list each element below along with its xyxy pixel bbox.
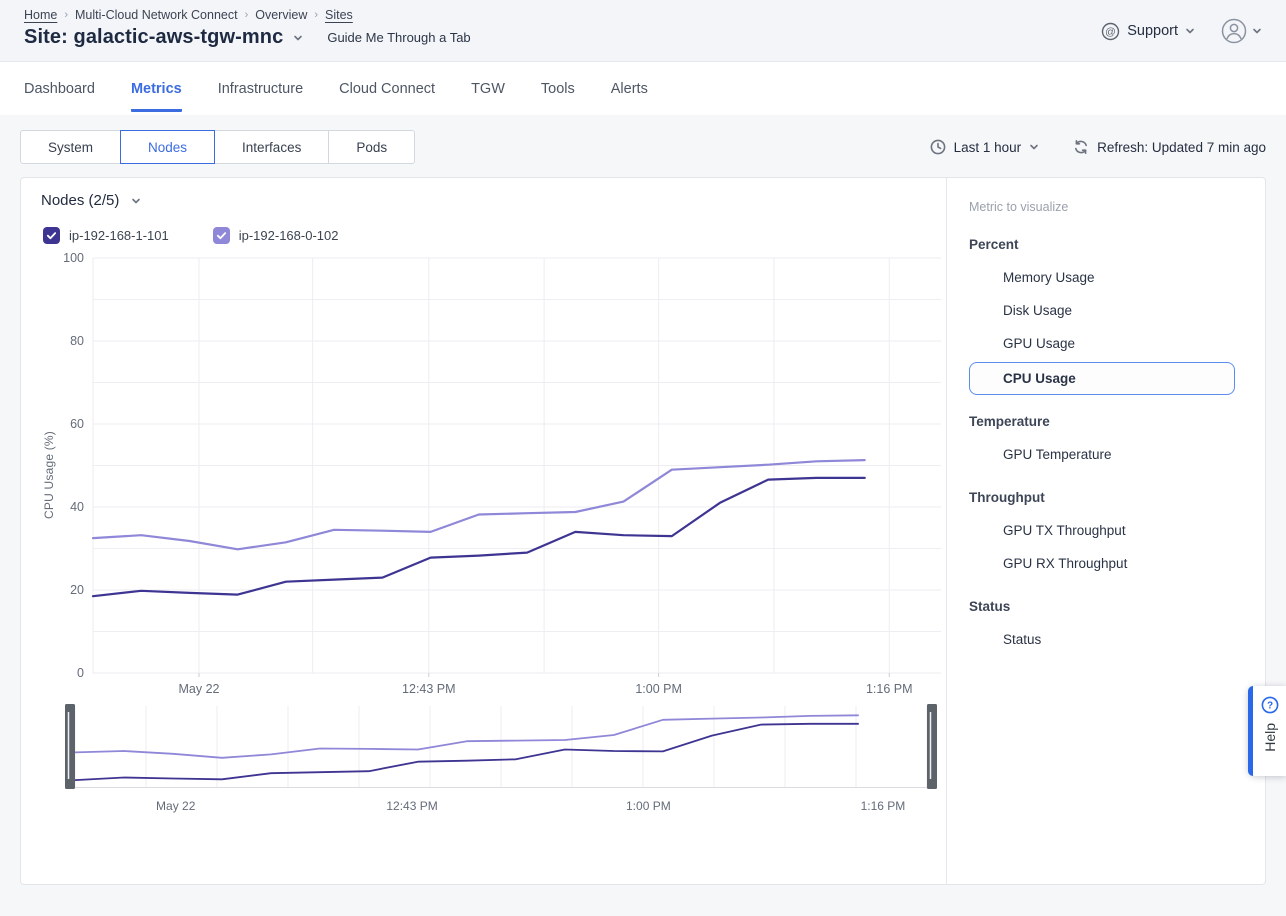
brush-minimap-chart[interactable] — [65, 703, 937, 791]
panel-collapse-chevron-icon[interactable] — [131, 196, 141, 206]
legend-label-node-2: ip-192-168-0-102 — [239, 228, 339, 243]
clock-icon — [930, 139, 946, 155]
subtab-nodes[interactable]: Nodes — [120, 130, 215, 164]
metric-item-status[interactable]: Status — [969, 623, 1247, 656]
svg-text:80: 80 — [70, 334, 84, 348]
time-range-chevron-icon — [1029, 142, 1039, 152]
metrics-subtabs: System Nodes Interfaces Pods — [20, 130, 415, 164]
y-axis-label: CPU Usage (%) — [42, 431, 56, 519]
refresh-status: Refresh: Updated 7 min ago — [1097, 140, 1266, 155]
brush-handle-right[interactable] — [927, 704, 937, 789]
guide-me-link[interactable]: Guide Me Through a Tab — [327, 30, 470, 45]
checkbox-node-2[interactable] — [213, 227, 230, 244]
metric-item-cpu-usage[interactable]: CPU Usage — [969, 362, 1235, 395]
nodes-metrics-card: Nodes (2/5) ip-192-168-1-101 ip-192-168-… — [20, 177, 1266, 885]
subtab-pods[interactable]: Pods — [328, 130, 415, 164]
user-avatar-icon — [1221, 18, 1247, 44]
subtab-interfaces[interactable]: Interfaces — [214, 130, 329, 164]
user-chevron-icon — [1252, 26, 1262, 36]
breadcrumb-separator: › — [245, 9, 249, 21]
svg-text:100: 100 — [63, 251, 84, 265]
support-chevron-icon — [1185, 26, 1195, 36]
main-content: System Nodes Interfaces Pods Last 1 hour… — [0, 115, 1286, 916]
metric-item-gpu-tx-throughput[interactable]: GPU TX Throughput — [969, 514, 1247, 547]
svg-text:60: 60 — [70, 417, 84, 431]
svg-text:May 22: May 22 — [179, 682, 220, 696]
svg-text:0: 0 — [77, 666, 84, 680]
breadcrumb-separator: › — [314, 9, 318, 21]
svg-text:20: 20 — [70, 583, 84, 597]
brush-tick-label: 12:43 PM — [386, 799, 437, 813]
help-question-icon: ? — [1261, 696, 1279, 714]
brush-tick-label: 1:16 PM — [861, 799, 906, 813]
help-label: Help — [1262, 723, 1278, 752]
breadcrumb-home-link[interactable]: Home — [24, 8, 57, 22]
metric-sidebar: Metric to visualize Percent Memory Usage… — [946, 178, 1265, 884]
page-title: Site: galactic-aws-tgw-mnc — [24, 26, 283, 49]
main-tabs: Dashboard Metrics Infrastructure Cloud C… — [0, 62, 1286, 115]
svg-text:@: @ — [1105, 26, 1116, 38]
metric-group-temperature: Temperature — [969, 405, 1247, 438]
tab-metrics[interactable]: Metrics — [131, 66, 182, 112]
chart-legend: ip-192-168-1-101 ip-192-168-0-102 — [43, 227, 946, 244]
tab-tgw[interactable]: TGW — [471, 66, 505, 112]
chart-brush[interactable]: May 22 12:43 PM 1:00 PM 1:16 PM — [65, 703, 937, 816]
tab-infrastructure[interactable]: Infrastructure — [218, 66, 303, 112]
svg-text:40: 40 — [70, 500, 84, 514]
metric-item-gpu-rx-throughput[interactable]: GPU RX Throughput — [969, 547, 1247, 580]
metric-group-percent: Percent — [969, 228, 1247, 261]
metric-item-gpu-usage[interactable]: GPU Usage — [969, 327, 1247, 360]
breadcrumb-overview: Overview — [255, 8, 307, 22]
site-dropdown-chevron-icon[interactable] — [293, 33, 303, 43]
breadcrumb-sites-link[interactable]: Sites — [325, 8, 353, 22]
legend-item-node-2[interactable]: ip-192-168-0-102 — [213, 227, 339, 244]
brush-tick-label: May 22 — [156, 799, 195, 813]
support-label: Support — [1127, 23, 1178, 39]
breadcrumb-separator: › — [64, 9, 68, 21]
brush-axis-labels: May 22 12:43 PM 1:00 PM 1:16 PM — [65, 796, 937, 816]
brush-tick-label: 1:00 PM — [626, 799, 671, 813]
support-menu[interactable]: @ Support — [1101, 22, 1195, 41]
breadcrumb: Home › Multi-Cloud Network Connect › Ove… — [24, 8, 471, 22]
metric-group-throughput: Throughput — [969, 481, 1247, 514]
metric-group-status: Status — [969, 590, 1247, 623]
tab-cloud-connect[interactable]: Cloud Connect — [339, 66, 435, 112]
time-range-picker[interactable]: Last 1 hour — [930, 139, 1040, 155]
svg-text:1:16 PM: 1:16 PM — [866, 682, 913, 696]
metric-sidebar-title: Metric to visualize — [969, 200, 1247, 214]
refresh-icon — [1073, 139, 1089, 155]
cpu-usage-line-chart: 0 20 40 60 80 100 May 22 12:43 PM 1:00 PM 1:16 PM — [57, 250, 941, 699]
breadcrumb-mcnc: Multi-Cloud Network Connect — [75, 8, 238, 22]
tab-alerts[interactable]: Alerts — [611, 66, 648, 112]
refresh-button[interactable]: Refresh: Updated 7 min ago — [1073, 139, 1266, 155]
svg-text:12:43 PM: 12:43 PM — [402, 682, 456, 696]
svg-text:?: ? — [1266, 701, 1272, 712]
metric-item-disk-usage[interactable]: Disk Usage — [969, 294, 1247, 327]
svg-text:1:00 PM: 1:00 PM — [635, 682, 682, 696]
metric-item-gpu-temperature[interactable]: GPU Temperature — [969, 438, 1247, 471]
legend-label-node-1: ip-192-168-1-101 — [69, 228, 169, 243]
brush-handle-left[interactable] — [65, 704, 75, 789]
help-widget[interactable]: ? Help — [1248, 686, 1286, 776]
metric-item-memory-usage[interactable]: Memory Usage — [969, 261, 1247, 294]
tab-tools[interactable]: Tools — [541, 66, 575, 112]
subtab-system[interactable]: System — [20, 130, 121, 164]
checkbox-node-1[interactable] — [43, 227, 60, 244]
time-range-label: Last 1 hour — [954, 140, 1022, 155]
support-icon: @ — [1101, 22, 1120, 41]
panel-title: Nodes (2/5) — [41, 192, 119, 209]
legend-item-node-1[interactable]: ip-192-168-1-101 — [43, 227, 169, 244]
tab-dashboard[interactable]: Dashboard — [24, 66, 95, 112]
user-menu[interactable] — [1221, 18, 1262, 44]
page-header: Home › Multi-Cloud Network Connect › Ove… — [0, 0, 1286, 62]
